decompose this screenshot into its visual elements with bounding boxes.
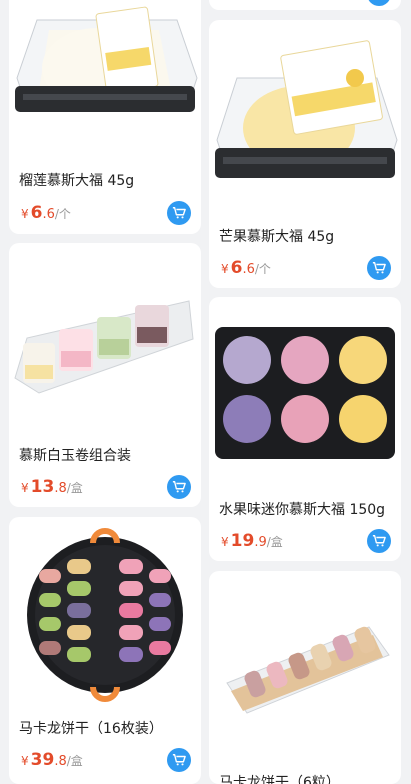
add-to-cart-button[interactable] xyxy=(367,529,391,553)
product-price: ¥6.6/个 xyxy=(221,258,271,278)
product-price: ¥6.6/个 xyxy=(21,203,71,223)
product-image xyxy=(209,20,401,210)
product-name: 马卡龙饼干（16枚装） xyxy=(19,721,163,737)
product-name: 芒果慕斯大福 45g xyxy=(219,229,335,245)
product-card-mochi-roll-combo[interactable]: 慕斯白玉卷组合装 ¥13.8/盒 xyxy=(9,243,201,507)
add-to-cart-button[interactable] xyxy=(167,748,191,772)
product-image xyxy=(9,243,201,428)
product-card-macaron-6[interactable]: 马卡龙饼干（6粒） xyxy=(209,571,401,784)
product-image xyxy=(9,0,201,155)
product-image xyxy=(209,297,401,482)
product-image xyxy=(209,571,401,761)
shopping-cart-icon xyxy=(172,207,186,219)
product-price: ¥13.8/盒 xyxy=(21,477,83,497)
product-card-mini-fruit-daifuku[interactable]: 水果味迷你慕斯大福 150g ¥19.9/盒 xyxy=(209,297,401,561)
shopping-cart-icon xyxy=(372,535,386,547)
product-name: 马卡龙饼干（6粒） xyxy=(219,775,340,784)
product-image xyxy=(9,517,201,707)
product-price: ¥39.8/盒 xyxy=(21,750,83,770)
product-price: ¥19.9/盒 xyxy=(221,531,283,551)
product-name: 榴莲慕斯大福 45g xyxy=(19,173,135,189)
product-name: 慕斯白玉卷组合装 xyxy=(19,448,131,464)
product-name: 水果味迷你慕斯大福 150g xyxy=(219,502,386,518)
shopping-cart-icon xyxy=(372,262,386,274)
product-card-mango[interactable]: 芒果慕斯大福 45g ¥6.6/个 xyxy=(209,20,401,288)
product-card-macaron-16[interactable]: 马卡龙饼干（16枚装） ¥39.8/盒 xyxy=(9,517,201,784)
add-to-cart-button[interactable] xyxy=(167,475,191,499)
product-card-durian[interactable]: 榴莲慕斯大福 45g ¥6.6/个 xyxy=(9,0,201,234)
shopping-cart-icon xyxy=(172,481,186,493)
add-to-cart-button[interactable] xyxy=(367,256,391,280)
shopping-cart-icon xyxy=(172,754,186,766)
cart-button[interactable] xyxy=(367,0,391,6)
add-to-cart-button[interactable] xyxy=(167,201,191,225)
product-card-partial-top[interactable] xyxy=(209,0,401,10)
